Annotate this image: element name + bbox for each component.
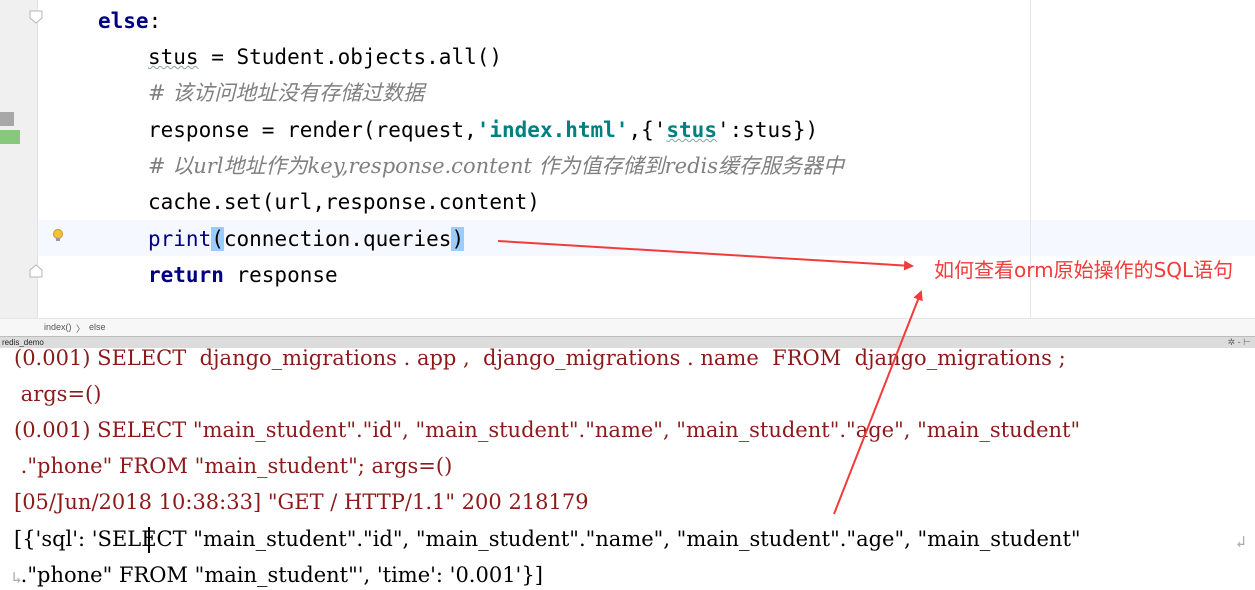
code-text: response = render(request, (148, 118, 477, 142)
code-line-cache-set: cache.set(url,response.content) (148, 190, 540, 214)
code-line-else: else: (98, 8, 161, 34)
console-line: [05/Jun/2018 10:38:33] "GET / HTTP/1.1" … (14, 490, 589, 514)
soft-wrap-continue-icon: ↳ (12, 568, 22, 587)
console-output-line: [{'sql': 'SELECT "main_student"."id", "m… (14, 527, 1081, 551)
code-text: ,{' (628, 118, 667, 142)
fold-end-marker-icon[interactable] (29, 264, 43, 278)
code-line-stus: stus = Student.objects.all() (148, 44, 502, 70)
code-text: = Student.objects.all() (198, 45, 503, 69)
keyword: return (148, 263, 224, 287)
builtin-function: print (148, 227, 212, 251)
code-text: response (223, 263, 338, 287)
vcs-modified-marker[interactable] (0, 112, 20, 144)
code-text: connection.queries (223, 227, 452, 251)
code-text: ':stus}) (716, 118, 819, 142)
matched-brace: ( (211, 227, 224, 251)
keyword: else (98, 9, 149, 33)
console-line: ."phone" FROM "main_student"; args=() (14, 454, 453, 478)
console-line: (0.001) SELECT "main_student"."id", "mai… (14, 418, 1081, 442)
breadcrumb: index() 〉 else (0, 318, 1255, 336)
matched-brace: ) (451, 227, 465, 251)
code-comment: # 该访问地址没有存储过数据 (148, 81, 425, 105)
string-literal: 'index.html' (476, 118, 629, 142)
code-comment: # 以url地址作为key,response.content 作为值存储到red… (148, 154, 845, 178)
console-output-line: ."phone" FROM "main_student"', 'time': '… (14, 563, 543, 587)
console-line: (0.001) SELECT django_migrations . app ,… (14, 346, 1066, 370)
code-line-return: return response (148, 262, 338, 288)
breadcrumb-block[interactable]: else (89, 322, 106, 332)
lightbulb-icon[interactable] (51, 228, 65, 244)
annotation-callout: 如何查看orm原始操作的SQL语句 (934, 258, 1234, 282)
soft-wrap-icon: ↲ (1236, 532, 1246, 551)
variable-name: stus (148, 45, 199, 69)
string-literal: stus (666, 118, 717, 142)
panel-tools-icon[interactable]: ✲ - ⊢ (1228, 337, 1251, 348)
breadcrumb-function[interactable]: index() (44, 322, 72, 332)
code-line-response: response = render(request,'index.html',{… (148, 117, 818, 143)
fold-marker-icon[interactable] (29, 10, 43, 24)
code-text: : (148, 9, 162, 33)
breadcrumb-separator-icon: 〉 (76, 324, 86, 334)
text-cursor (148, 527, 150, 553)
code-line-print: print(connection.queries) (148, 226, 465, 252)
console-line: args=() (14, 382, 102, 406)
